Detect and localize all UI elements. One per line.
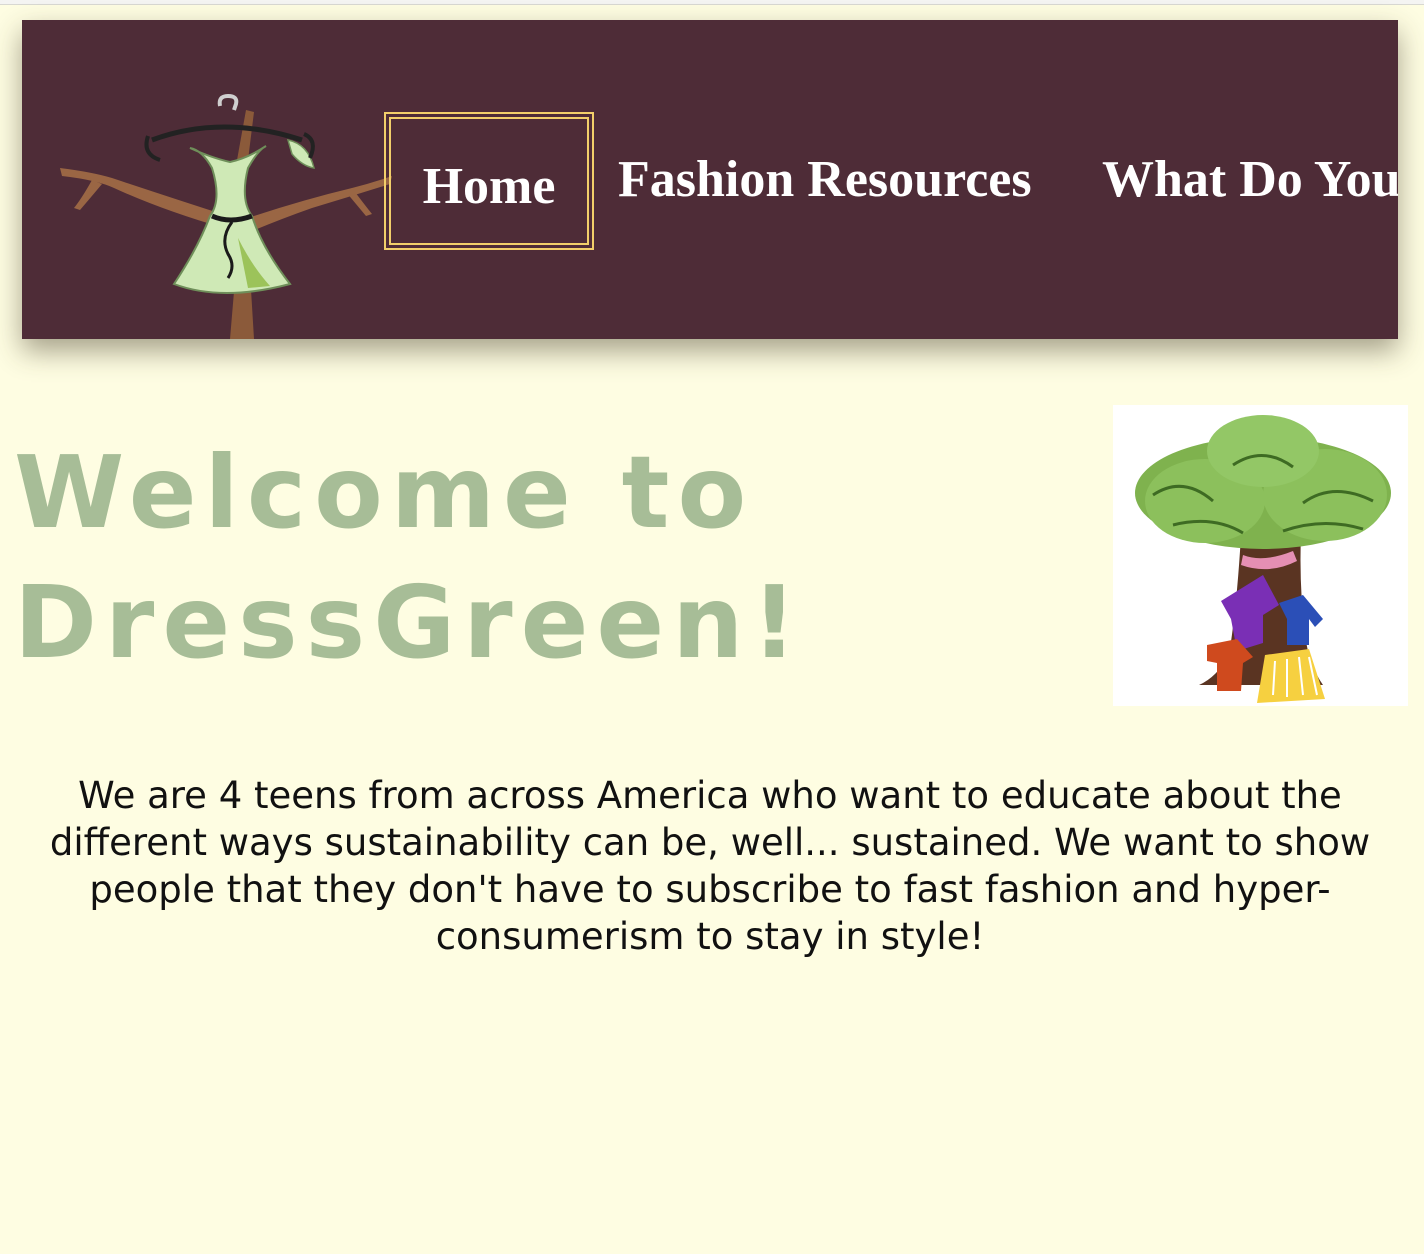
logo-twig-left [74, 180, 102, 210]
logo-hanger-bar [151, 124, 303, 143]
intro-paragraph: We are 4 teens from across America who w… [49, 774, 1371, 958]
hero-illustration [1135, 415, 1391, 703]
page-title: Welcome to DressGreen! [14, 434, 806, 681]
nav-what-do-you-link[interactable]: What Do You [1102, 112, 1398, 250]
tree-with-clothes-illustration-icon [1113, 405, 1408, 706]
logo-branch-right [248, 176, 392, 232]
logo-hanger-hook [217, 93, 239, 111]
hero-yellow-skirt [1257, 649, 1325, 703]
nav-fashion-resources-link[interactable]: Fashion Resources [618, 112, 1032, 250]
nav-home-link[interactable]: Home [384, 112, 594, 250]
browser-top-edge [0, 0, 1424, 5]
top-navigation-bar: Home Fashion Resources What Do You [22, 20, 1398, 339]
dress-on-tree-logo-icon[interactable] [52, 88, 402, 339]
hero-canopy-top [1207, 415, 1319, 487]
logo-graphic [60, 93, 392, 339]
